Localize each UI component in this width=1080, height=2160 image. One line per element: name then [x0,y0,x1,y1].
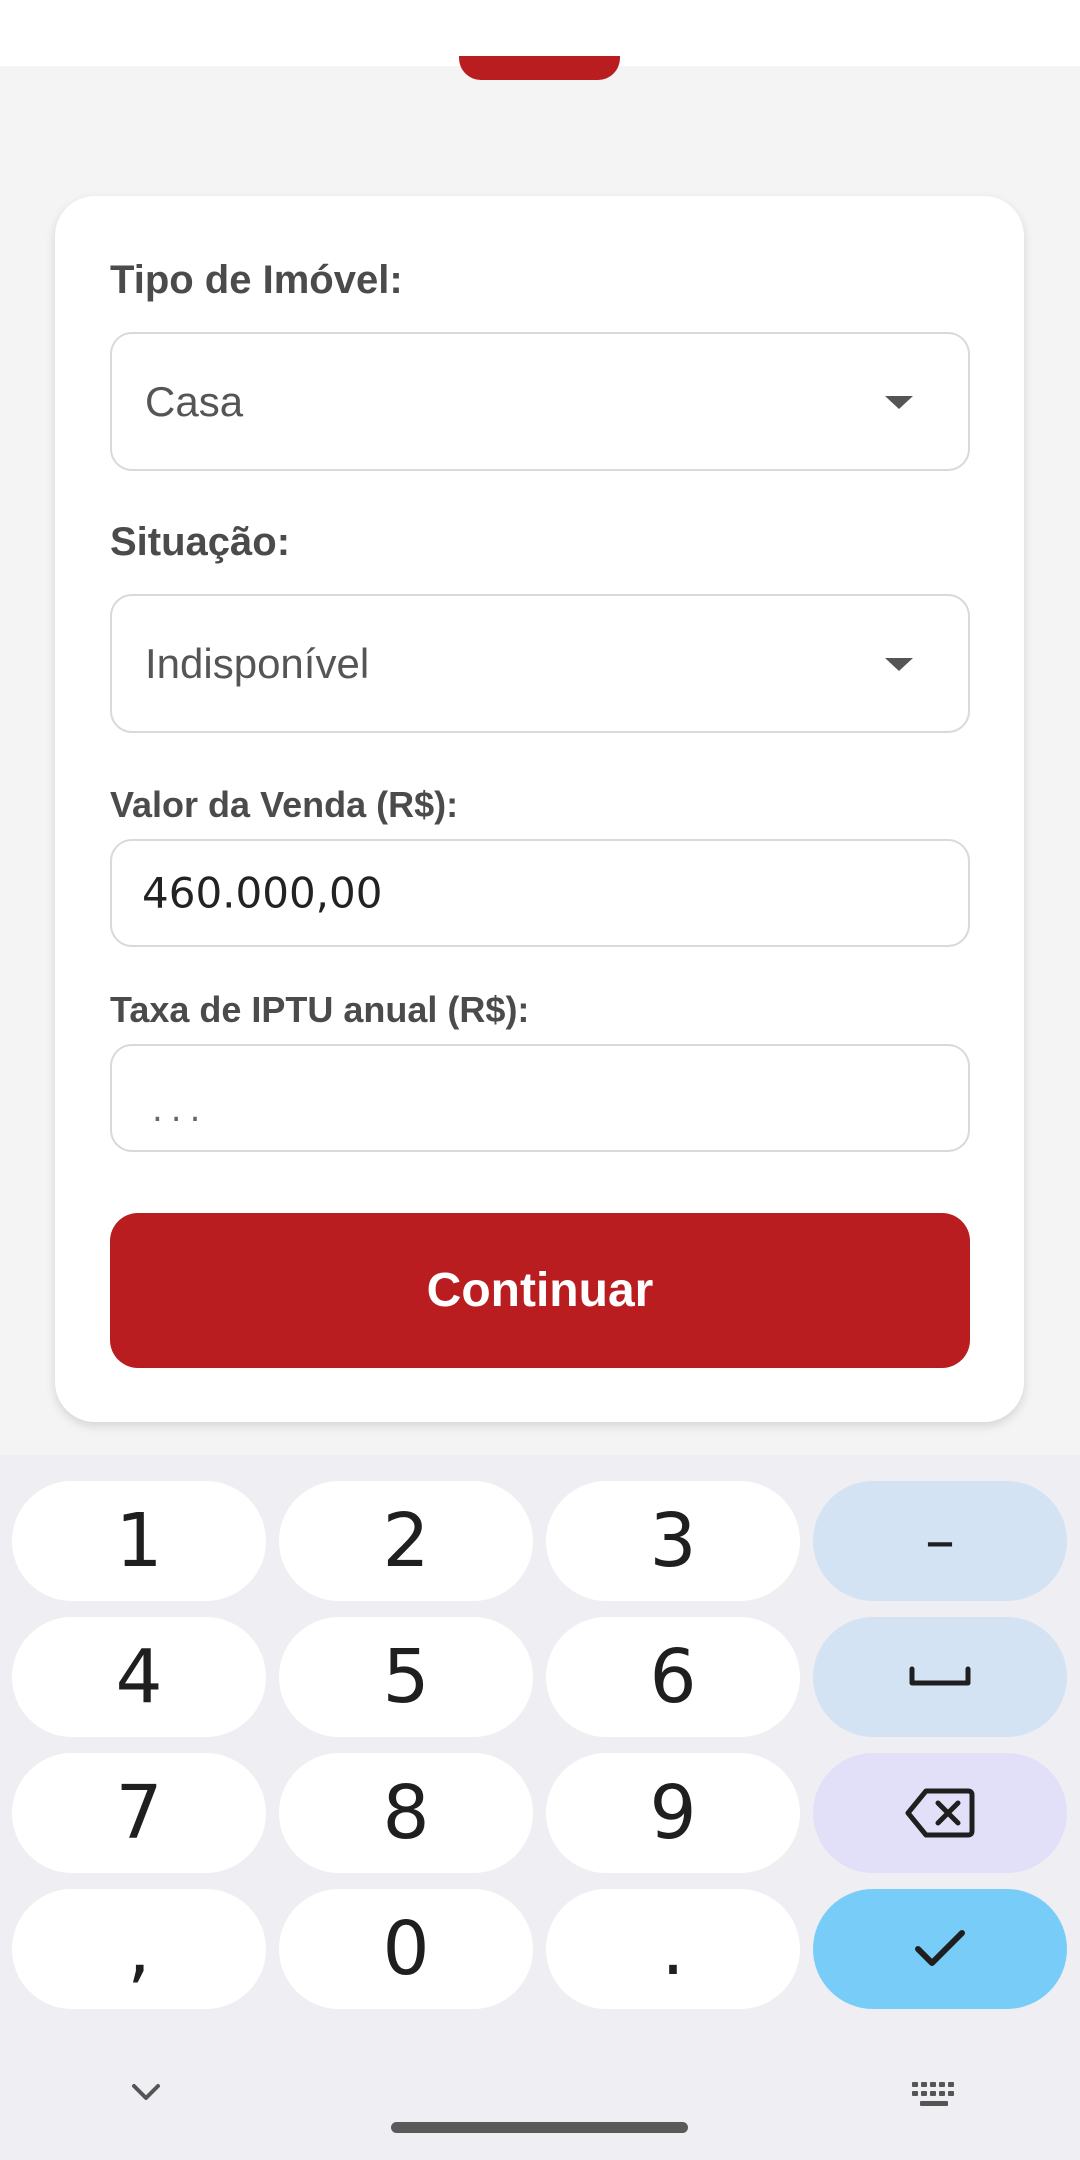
situation-value: Indisponível [145,639,370,687]
dropdown-arrow-icon [885,395,913,409]
key-4[interactable]: 4 [12,1617,266,1737]
key-period[interactable]: . [546,1889,800,2009]
key-5[interactable]: 5 [279,1617,533,1737]
iptu-label: Taxa de IPTU anual (R$): [110,989,530,1030]
key-3[interactable]: 3 [546,1481,800,1601]
key-backspace[interactable] [813,1753,1067,1873]
key-7[interactable]: 7 [12,1753,266,1873]
keyboard-icon[interactable] [910,2080,958,2110]
key-1[interactable]: 1 [12,1481,266,1601]
sale-value-text: 460.000,00 [142,868,383,918]
iptu-input[interactable]: ... [110,1044,970,1152]
sale-value-input[interactable]: 460.000,00 [110,839,970,947]
key-2[interactable]: 2 [279,1481,533,1601]
iptu-placeholder: ... [152,1090,209,1130]
property-type-value: Casa [145,377,244,425]
key-comma[interactable]: , [12,1889,266,2009]
minus-label: – [925,1506,955,1576]
numeric-keyboard: 1 2 3 – 4 5 6 7 8 9 , 0 . [0,1455,1080,2160]
property-type-select[interactable]: Casa [110,332,970,471]
backspace-icon [905,1788,975,1838]
check-icon [915,1930,965,1966]
situation-label: Situação: [110,520,291,564]
chevron-down-icon[interactable] [128,2080,164,2104]
key-8[interactable]: 8 [279,1753,533,1873]
property-form-card: Tipo de Imóvel: Casa Situação: Indisponí… [55,196,1024,1422]
key-minus[interactable]: – [813,1481,1067,1601]
home-gesture-pill[interactable] [391,2122,688,2133]
key-6[interactable]: 6 [546,1617,800,1737]
key-9[interactable]: 9 [546,1753,800,1873]
dropdown-arrow-icon [885,657,913,671]
key-space[interactable] [813,1617,1067,1737]
key-0[interactable]: 0 [279,1889,533,2009]
continue-button[interactable]: Continuar [110,1213,970,1368]
property-type-label: Tipo de Imóvel: [110,258,403,302]
space-icon [909,1666,971,1686]
key-enter[interactable] [813,1889,1067,2009]
header-accent-tab [459,56,620,80]
sale-value-label: Valor da Venda (R$): [110,784,459,825]
situation-select[interactable]: Indisponível [110,594,970,733]
